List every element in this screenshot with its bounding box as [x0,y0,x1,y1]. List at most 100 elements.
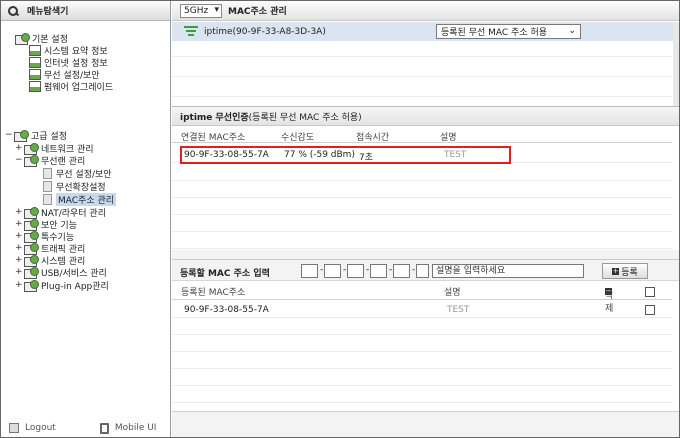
tree-item-firmware-upgrade[interactable]: 펌웨어 업그레이드 [29,80,114,93]
empty-row [172,182,672,198]
logout-icon [9,423,19,433]
select-all-checkbox[interactable] [645,287,655,297]
logout-link[interactable]: Logout [9,423,56,433]
empty-row [172,165,672,181]
tree-item-wireless-security[interactable]: 무선 설정/보안 [43,167,112,180]
menu-explorer-title: 메뉴탐색기 [27,7,69,17]
empty-row [172,61,672,77]
section-gap [172,250,679,259]
tree-nat-router[interactable]: + NAT/라우터 관리 [15,206,106,219]
empty-row [172,41,672,57]
tree-advanced-settings[interactable]: − 고급 설정 [5,129,67,142]
tree-wireless-management[interactable]: − 무선랜 관리 [15,154,86,167]
empty-row [172,336,672,352]
tree-item-system-summary[interactable]: 시스템 요약 정보 [29,44,108,57]
lock-folder-icon [24,218,39,231]
expand-icon[interactable]: + [15,143,23,153]
expand-icon[interactable]: + [15,255,23,265]
empty-row [172,353,672,369]
plus-icon: + [612,266,620,275]
mobile-icon [99,422,109,434]
wireless-icon [29,68,41,80]
band-select[interactable]: 5GHz [180,3,222,18]
tree-item-label: Plug-in App관리 [41,281,109,292]
menu-explorer-header: 메뉴탐색기 [1,1,170,21]
tree-item-mac-address-management[interactable]: MAC주소 관리 [43,192,117,206]
device-row[interactable]: iptime(90-9F-33-A8-3D-3A) 등록된 무선 MAC 주소 … [172,22,679,41]
firmware-icon [29,80,41,92]
tree-item-label: 무선 설정/보안 [56,169,112,180]
settings-folder-icon [15,32,30,45]
tree-plugin-app[interactable]: + Plug-in App관리 [15,279,109,292]
empty-row [172,216,672,232]
collapse-icon[interactable]: − [5,130,13,140]
usb-folder-icon [24,266,39,279]
mac-octet-input-4[interactable] [370,264,387,278]
mobile-ui-link[interactable]: Mobile UI [99,422,156,434]
empty-row [172,319,672,335]
tree-usb-service[interactable]: + USB/서비스 관리 [15,266,107,279]
main-panel: 5GHz MAC주소 관리 iptime(90-9F-33-A8-3D-3A) … [172,1,679,437]
register-mac-label: 등록할 MAC 주소 입력 [180,269,270,279]
auth-section-subtitle: (등록된 무선 MAC 주소 허용) [248,112,362,123]
page-icon [43,180,52,192]
wireless-folder-icon [24,154,39,167]
mac-octet-input-6[interactable] [416,264,429,278]
tree-network-management[interactable]: + 네트워크 관리 [15,142,94,155]
page-icon [43,193,52,205]
band-select-value: 5GHz [184,5,209,16]
device-list-scrollbar[interactable] [673,22,679,106]
row-checkbox[interactable] [645,305,655,315]
register-button[interactable]: + 등록 [602,263,648,279]
special-folder-icon [24,230,39,243]
table-row[interactable]: 90-9F-33-08-55-7A TEST [172,302,672,318]
system-summary-icon [29,44,41,56]
empty-row [172,370,672,386]
expand-icon[interactable]: + [15,207,23,217]
expand-icon[interactable]: + [15,231,23,241]
device-name: iptime(90-9F-33-A8-3D-3A) [204,26,326,37]
registered-table-header: 등록된 MAC주소 설명 − 삭제 [172,282,672,314]
expand-icon[interactable]: + [15,267,23,277]
col-registered-mac: 등록된 MAC주소 [181,288,246,298]
tree-system[interactable]: + 시스템 관리 [15,254,85,267]
internet-settings-icon [29,56,41,68]
tree-item-internet-settings[interactable]: 인터넷 설정 정보 [29,56,108,69]
collapse-icon[interactable]: − [15,155,23,165]
tree-item-wireless-security-basic[interactable]: 무선 설정/보안 [29,68,100,81]
tree-item-wireless-extension[interactable]: 무선확장설정 [43,180,106,193]
tree-security[interactable]: + 보안 기능 [15,218,77,231]
registered-description: TEST [447,305,470,315]
description-input[interactable]: 설명을 입력하세요 [432,264,584,278]
tree-item-label: 펌웨어 업그레이드 [44,82,114,93]
expand-icon[interactable]: + [15,280,23,290]
permission-select[interactable]: 등록된 무선 MAC 주소 허용 ⌄ [436,24,581,39]
nat-folder-icon [24,206,39,219]
tree-item-label: USB/서비스 관리 [41,268,107,279]
tree-item-label-selected: MAC주소 관리 [56,192,117,206]
system-folder-icon [24,254,39,267]
tree-advanced-settings-label: 고급 설정 [31,131,67,142]
mac-octet-input-2[interactable] [324,264,341,278]
top-bar: 5GHz MAC주소 관리 [172,1,679,21]
sidebar-footer: Logout Mobile UI [1,421,171,435]
mac-octet-input-5[interactable] [393,264,410,278]
tree-special-functions[interactable]: + 특수기능 [15,230,74,243]
page-title: MAC주소 관리 [228,7,287,17]
col-connect-time: 접속시간 [356,133,390,143]
expand-icon[interactable]: + [15,219,23,229]
network-folder-icon [24,142,39,155]
expand-icon[interactable]: + [15,243,23,253]
search-icon [7,5,19,17]
mac-octet-input-1[interactable] [301,264,318,278]
mac-octet-input-3[interactable] [347,264,364,278]
tree-item-label: 무선랜 관리 [41,156,86,167]
tree-basic-settings[interactable]: 기본 설정 [15,32,68,45]
settings-folder-icon [14,129,29,142]
logout-label: Logout [25,423,56,433]
col-signal: 수신감도 [281,133,315,143]
wifi-icon [184,25,198,38]
register-button-label: 등록 [621,267,638,278]
tree-traffic[interactable]: + 트래픽 관리 [15,242,85,255]
tree-item-label: 무선확장설정 [56,182,106,193]
